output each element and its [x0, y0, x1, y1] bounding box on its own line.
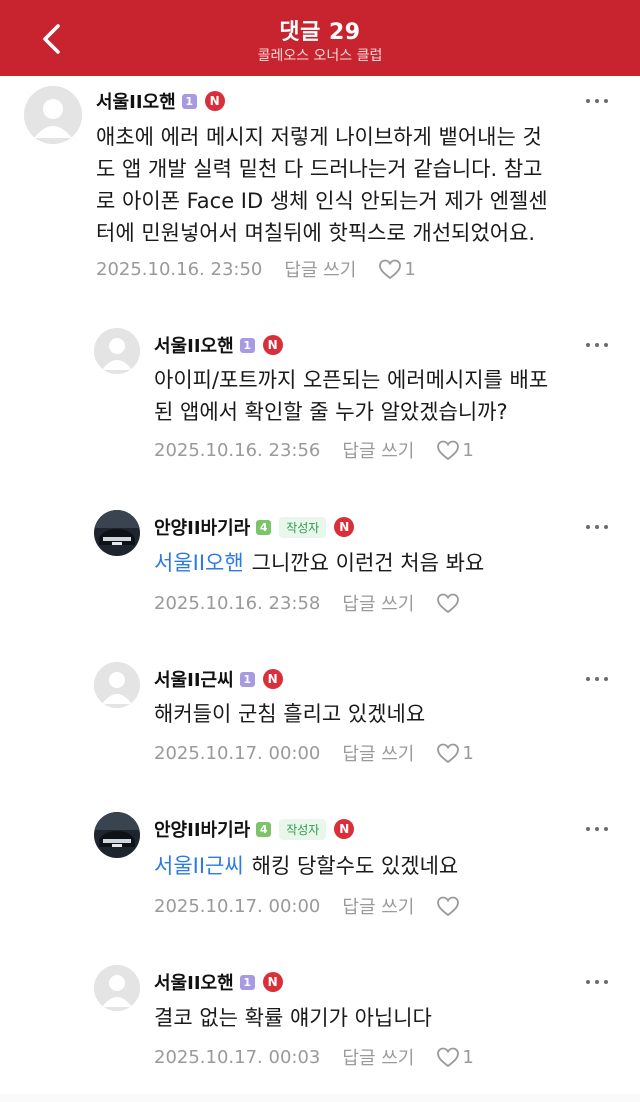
- new-badge: N: [204, 91, 225, 111]
- comment-date: 2025.10.16. 23:56: [154, 439, 321, 461]
- more-options-icon[interactable]: [586, 978, 608, 986]
- level-badge: 4: [256, 821, 272, 837]
- comment-text: 서울II근씨 해킹 당할수도 있겠네요: [154, 850, 458, 882]
- more-options-icon[interactable]: [586, 675, 608, 683]
- page-title: 댓글 29: [279, 20, 361, 45]
- heart-icon: [437, 896, 460, 917]
- level-badge: 1: [239, 671, 255, 687]
- club-name: 콜레오스 오너스 클럽: [257, 48, 383, 64]
- avatar[interactable]: [94, 328, 140, 374]
- avatar[interactable]: [94, 662, 140, 708]
- comment-header: 안양II바기라 4 작성자 N: [154, 816, 355, 842]
- more-options-icon[interactable]: [586, 523, 608, 531]
- reply-button[interactable]: 답글 쓰기: [342, 740, 414, 766]
- comment-line: 터에 민원넣어서 며칠뒤에 핫픽스로 개선되었어요.: [96, 221, 536, 245]
- avatar[interactable]: [94, 812, 140, 858]
- comment-line: 애초에 에러 메시지 저렇게 나이브하게 뱉어내는 것: [96, 125, 542, 149]
- reply-button[interactable]: 답글 쓰기: [342, 437, 414, 463]
- new-badge: N: [262, 669, 283, 689]
- comment-text: 결코 없는 확률 얘기가 아닙니다: [154, 1002, 432, 1034]
- reply-button[interactable]: 답글 쓰기: [284, 256, 356, 282]
- like-button[interactable]: 1: [436, 1046, 474, 1068]
- more-options-icon[interactable]: [586, 97, 608, 105]
- writer-badge: 작성자: [279, 818, 327, 840]
- author-name[interactable]: 서울II근씨: [154, 666, 234, 692]
- avatar[interactable]: [94, 510, 140, 556]
- comment-header: 서울II오핸 1 N: [154, 332, 283, 358]
- like-button[interactable]: 1: [436, 742, 474, 764]
- comment-header: 서울II오핸 1 N: [154, 969, 283, 995]
- author-name[interactable]: 서울II오핸: [154, 332, 234, 358]
- like-button[interactable]: [436, 592, 460, 614]
- like-button[interactable]: 1: [378, 258, 416, 280]
- comment-text: 서울II오핸 그니깐요 이런건 처음 봐요: [154, 547, 484, 579]
- comment-header: 서울II오핸 1 N: [96, 88, 225, 114]
- heart-icon: [379, 259, 402, 280]
- comment-date: 2025.10.17. 00:00: [154, 742, 321, 764]
- comment-line: 도 앱 개발 실력 밑천 다 드러나는거 같습니다. 참고: [96, 157, 543, 181]
- comment-text: 해커들이 군침 흘리고 있겠네요: [154, 698, 425, 730]
- comment-meta: 2025.10.16. 23:56 답글 쓰기 1: [154, 437, 474, 463]
- like-button[interactable]: [436, 895, 460, 917]
- comment-date: 2025.10.17. 00:00: [154, 895, 321, 917]
- comment-line: 결코 없는 확률 얘기가 아닙니다: [154, 1006, 432, 1030]
- comment-line: 해커들이 군침 흘리고 있겠네요: [154, 702, 426, 726]
- like-button[interactable]: 1: [436, 439, 474, 461]
- reply-button[interactable]: 답글 쓰기: [342, 893, 414, 919]
- mention-link[interactable]: 서울II오핸: [154, 551, 244, 575]
- comment-header: 서울II근씨 1 N: [154, 666, 283, 692]
- writer-badge: 작성자: [279, 516, 327, 538]
- heart-icon: [437, 440, 460, 461]
- author-name[interactable]: 서울II오핸: [154, 969, 234, 995]
- more-options-icon[interactable]: [586, 825, 608, 833]
- author-name[interactable]: 안양II바기라: [154, 514, 250, 540]
- comment-date: 2025.10.16. 23:50: [96, 258, 263, 280]
- level-badge: 1: [181, 93, 197, 109]
- new-badge: N: [262, 335, 283, 355]
- comment-text: 아이피/포트까지 오픈되는 에러메시지를 배포 된 앱에서 확인할 줄 누가 알…: [154, 364, 548, 428]
- heart-icon: [437, 743, 460, 764]
- reply-button[interactable]: 답글 쓰기: [342, 1044, 414, 1070]
- level-badge: 4: [256, 519, 272, 535]
- comment-date: 2025.10.16. 23:58: [154, 592, 321, 614]
- comment-meta: 2025.10.17. 00:00 답글 쓰기: [154, 893, 460, 919]
- comment-meta: 2025.10.17. 00:03 답글 쓰기 1: [154, 1044, 474, 1070]
- comment-meta: 2025.10.16. 23:58 답글 쓰기: [154, 590, 460, 616]
- more-options-icon[interactable]: [586, 341, 608, 349]
- new-badge: N: [334, 819, 355, 839]
- app-header: 댓글 29 콜레오스 오너스 클럽: [0, 0, 640, 76]
- new-badge: N: [334, 517, 355, 537]
- author-name[interactable]: 안양II바기라: [154, 816, 250, 842]
- author-name[interactable]: 서울II오핸: [96, 88, 176, 114]
- bottom-divider: [0, 1094, 640, 1102]
- reply-button[interactable]: 답글 쓰기: [342, 590, 414, 616]
- like-count: 1: [404, 258, 416, 280]
- comment-meta: 2025.10.16. 23:50 답글 쓰기 1: [96, 256, 416, 282]
- avatar[interactable]: [24, 86, 82, 144]
- new-badge: N: [262, 972, 283, 992]
- comment-line: 로 아이폰 Face ID 생체 인식 안되는거 제가 엔젤센: [96, 189, 548, 213]
- comment-date: 2025.10.17. 00:03: [154, 1046, 321, 1068]
- avatar[interactable]: [94, 965, 140, 1011]
- like-count: 1: [462, 742, 474, 764]
- comment-line: 된 앱에서 확인할 줄 누가 알았겠습니까?: [154, 400, 508, 424]
- like-count: 1: [462, 1046, 474, 1068]
- like-count: 1: [462, 439, 474, 461]
- comment-text: 애초에 에러 메시지 저렇게 나이브하게 뱉어내는 것 도 앱 개발 실력 밑천…: [96, 121, 548, 249]
- level-badge: 1: [239, 337, 255, 353]
- mention-link[interactable]: 서울II근씨: [154, 854, 244, 878]
- comment-meta: 2025.10.17. 00:00 답글 쓰기 1: [154, 740, 474, 766]
- comment-line: 해킹 당할수도 있겠네요: [251, 854, 459, 878]
- heart-icon: [437, 1047, 460, 1068]
- comment-line: 아이피/포트까지 오픈되는 에러메시지를 배포: [154, 368, 549, 392]
- heart-icon: [437, 593, 460, 614]
- comment-line: 그니깐요 이런건 처음 봐요: [251, 551, 485, 575]
- comment-header: 안양II바기라 4 작성자 N: [154, 514, 355, 540]
- level-badge: 1: [239, 974, 255, 990]
